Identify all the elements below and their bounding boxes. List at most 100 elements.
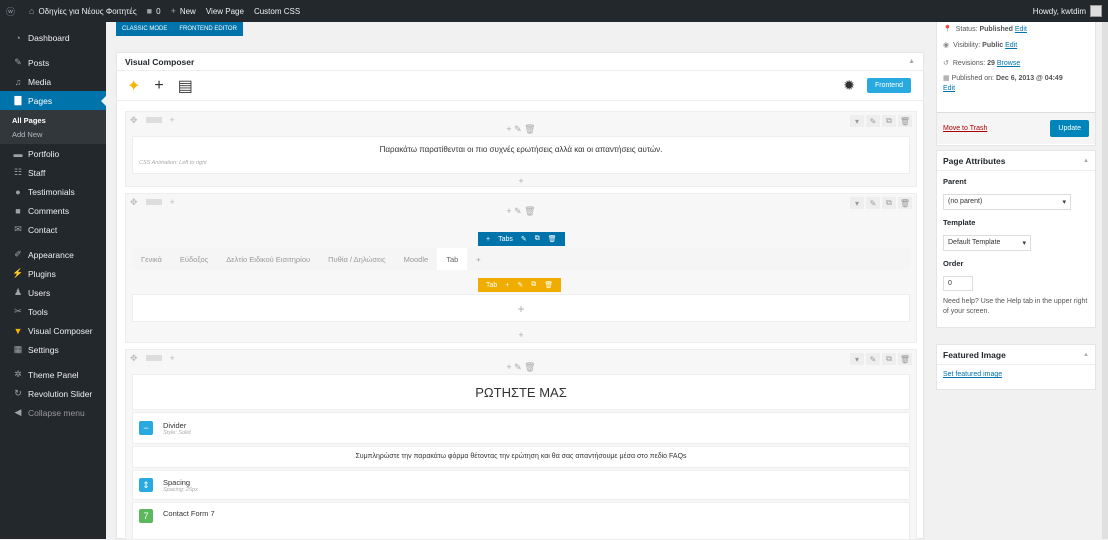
sidebar-item-label: Tools bbox=[28, 306, 48, 317]
tab-active[interactable]: Tab bbox=[437, 248, 468, 270]
layout-icon[interactable] bbox=[145, 355, 162, 361]
template-select[interactable]: Default Template ▾ bbox=[943, 235, 1031, 251]
parent-select[interactable]: (no parent) ▾ bbox=[943, 194, 1071, 210]
column-controls[interactable]: + ✎ 🗑 bbox=[126, 124, 916, 135]
sidebar-item-posts[interactable]: ✎ Posts bbox=[0, 53, 106, 72]
page-attributes-title: Page Attributes bbox=[943, 155, 1006, 166]
add-tab-icon[interactable]: + bbox=[486, 236, 490, 243]
view-page-link[interactable]: View Page bbox=[206, 7, 244, 16]
edit-icon[interactable]: ✎ bbox=[517, 281, 523, 289]
refresh-icon: ↻ bbox=[14, 388, 22, 398]
frontend-editor-button[interactable]: FRONTEND EDITOR bbox=[173, 22, 243, 36]
collapse-toggle-icon[interactable]: ▲ bbox=[1083, 158, 1089, 164]
add-element-icon[interactable]: + bbox=[133, 302, 909, 316]
tab-pythia[interactable]: Πυθία / Δηλώσεις bbox=[319, 255, 394, 264]
update-button[interactable]: Update bbox=[1050, 120, 1089, 137]
clone-icon[interactable]: ⧉ bbox=[535, 235, 540, 243]
publish-actions: Move to Trash Update bbox=[937, 112, 1095, 144]
dashboard-icon: ◔ bbox=[15, 32, 21, 43]
move-to-trash-link[interactable]: Move to Trash bbox=[943, 125, 987, 132]
set-featured-image-link[interactable]: Set featured image bbox=[943, 371, 1002, 378]
account-menu[interactable]: Howdy, kwtdim bbox=[1033, 0, 1102, 22]
comments-link[interactable]: ■ 0 bbox=[147, 6, 161, 16]
sidebar-item-dashboard[interactable]: ◔ Dashboard bbox=[0, 28, 106, 47]
settings-gear-icon[interactable]: ✹ bbox=[843, 77, 855, 94]
eye-icon: ◉ bbox=[943, 42, 950, 49]
page-attributes-header: Page Attributes ▲ bbox=[937, 151, 1095, 171]
contact-form-block[interactable]: 7 Contact Form 7 bbox=[132, 502, 910, 540]
sidebar-item-pages[interactable]: ▇ Pages bbox=[0, 91, 106, 110]
sidebar-item-media[interactable]: ♫ Media bbox=[0, 72, 106, 91]
sidebar-item-plugins[interactable]: ⚡ Plugins bbox=[0, 264, 106, 283]
custom-css-link[interactable]: Custom CSS bbox=[254, 7, 300, 16]
wordpress-logo-icon[interactable]: ⓦ bbox=[6, 5, 19, 18]
add-element-icon[interactable]: + bbox=[126, 330, 916, 340]
vc-logo-icon[interactable]: ✦ bbox=[127, 76, 140, 96]
tab-eudoxus[interactable]: Εύδοξος bbox=[171, 255, 217, 264]
column-controls[interactable]: + ✎ 🗑 bbox=[126, 206, 916, 217]
frontend-button[interactable]: Frontend bbox=[866, 78, 911, 93]
new-link[interactable]: + New bbox=[171, 6, 196, 16]
delete-icon[interactable]: 🗑 bbox=[544, 281, 553, 289]
sidebar-item-staff[interactable]: ☷ Staff bbox=[0, 163, 106, 182]
tab-moodle[interactable]: Moodle bbox=[395, 255, 438, 264]
tab-ticket[interactable]: Δελτίο Ειδικού Εισιτηρίου bbox=[217, 255, 319, 264]
text-block[interactable]: Συμπληρώστε την παρακάτω φόρμα θέτοντας … bbox=[132, 446, 910, 468]
heading-block[interactable]: ΡΩΤΗΣΤΕ ΜΑΣ bbox=[132, 374, 910, 410]
tab-content-area[interactable]: + bbox=[132, 294, 910, 322]
text-block[interactable]: Παρακάτω παρατίθενται οι πιο συχνές ερωτ… bbox=[132, 136, 910, 174]
column-controls[interactable]: + ✎ 🗑 bbox=[126, 362, 916, 373]
sidebar-item-label: Plugins bbox=[28, 268, 56, 279]
sidebar-item-label: Portfolio bbox=[28, 148, 60, 159]
sidebar-item-revolution-slider[interactable]: ↻ Revolution Slider bbox=[0, 384, 106, 403]
classic-mode-button[interactable]: CLASSIC MODE bbox=[116, 22, 174, 36]
edit-date-link[interactable]: Edit bbox=[943, 85, 955, 92]
comment-icon: ■ bbox=[15, 205, 21, 216]
submenu-add-new[interactable]: Add New bbox=[0, 127, 106, 141]
order-input[interactable]: 0 bbox=[943, 276, 973, 291]
edit-status-link[interactable]: Edit bbox=[1015, 26, 1027, 33]
revisions-value: 29 bbox=[987, 59, 995, 67]
sidebar-item-label: Media bbox=[28, 76, 52, 87]
divider-block[interactable]: − Divider Style: Solid bbox=[132, 412, 910, 444]
layout-icon[interactable] bbox=[145, 117, 162, 123]
add-icon[interactable]: + bbox=[505, 282, 509, 289]
collapse-menu[interactable]: ◀ Collapse menu bbox=[0, 403, 106, 422]
vc-icon: ▼ bbox=[13, 325, 23, 336]
scrollbar[interactable] bbox=[1102, 22, 1108, 539]
clone-icon[interactable]: ⧉ bbox=[531, 281, 536, 289]
layout-icon[interactable] bbox=[145, 199, 162, 205]
browse-revisions-link[interactable]: Browse bbox=[997, 60, 1020, 67]
edit-icon[interactable]: ✎ bbox=[521, 235, 527, 243]
templates-icon[interactable]: ▤ bbox=[178, 76, 193, 96]
add-element-icon[interactable]: + bbox=[126, 176, 916, 186]
pages-submenu: All Pages Add New bbox=[0, 110, 106, 144]
sidebar-item-comments[interactable]: ■ Comments bbox=[0, 201, 106, 220]
sidebar-item-settings[interactable]: ▦ Settings bbox=[0, 340, 106, 359]
sidebar-item-portfolio[interactable]: ▬ Portfolio bbox=[0, 144, 106, 163]
parent-value: (no parent) bbox=[948, 198, 983, 205]
edit-visibility-link[interactable]: Edit bbox=[1005, 42, 1017, 49]
sidebar-item-theme-panel[interactable]: ✲ Theme Panel bbox=[0, 365, 106, 384]
sidebar-item-testimonials[interactable]: ● Testimonials bbox=[0, 182, 106, 201]
submenu-all-pages[interactable]: All Pages bbox=[0, 113, 106, 127]
collapse-toggle-icon[interactable]: ▲ bbox=[1083, 352, 1089, 358]
add-element-icon[interactable]: + bbox=[154, 77, 163, 95]
sidebar-item-users[interactable]: ♟ Users bbox=[0, 283, 106, 302]
sidebar-item-label: Testimonials bbox=[28, 186, 75, 197]
media-icon: ♫ bbox=[14, 76, 22, 87]
visibility-value: Public bbox=[982, 41, 1004, 49]
sidebar-item-visual-composer[interactable]: ▼ Visual Composer bbox=[0, 321, 106, 340]
sidebar-item-appearance[interactable]: ✐ Appearance bbox=[0, 245, 106, 264]
site-name-link[interactable]: ⌂ Οδηγίες για Νέους Φοιτητές bbox=[29, 6, 137, 16]
delete-icon[interactable]: 🗑 bbox=[548, 235, 557, 243]
sidebar-item-tools[interactable]: ✂ Tools bbox=[0, 302, 106, 321]
tab-general[interactable]: Γενικά bbox=[132, 255, 171, 264]
gear-icon: ✲ bbox=[14, 369, 22, 379]
spacing-block[interactable]: ⇕ Spacing Spacing: 25px bbox=[132, 470, 910, 500]
vc-toolbar: ✦ + ▤ ✹ Frontend bbox=[117, 71, 923, 101]
sidebar-item-contact[interactable]: ✉ Contact bbox=[0, 220, 106, 239]
collapse-toggle-icon[interactable]: ▲ bbox=[908, 58, 915, 65]
page-attributes-box: Page Attributes ▲ Parent (no parent) ▾ Tem… bbox=[936, 150, 1096, 328]
add-tab-icon[interactable]: + bbox=[467, 255, 489, 264]
